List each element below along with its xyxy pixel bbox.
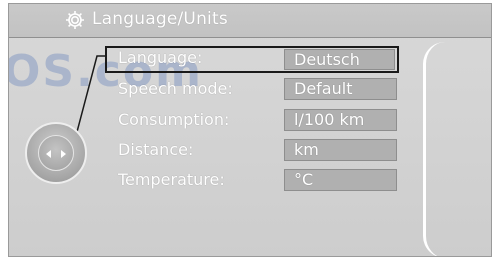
scrollbar[interactable] [423,42,445,256]
controller-pointer-line [72,55,105,148]
idrive-screen: OS.com Language/Units Language: Deutsch … [8,3,492,257]
controller-knob-icon[interactable] [25,122,87,184]
arrow-left-icon [46,150,51,158]
controller-knob-center [38,135,74,171]
arrow-right-icon [61,150,66,158]
